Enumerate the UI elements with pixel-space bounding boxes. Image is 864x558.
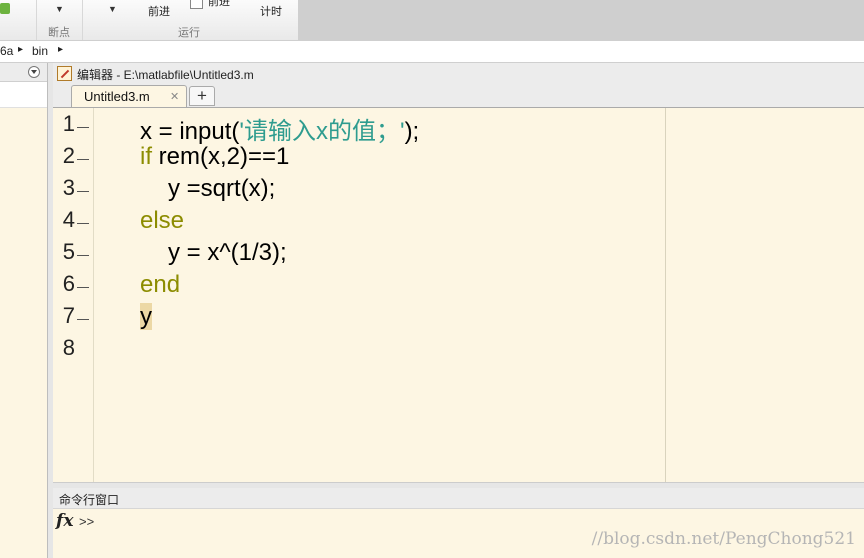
watermark: //blog.csdn.net/PengChong521: [591, 529, 856, 549]
code-line[interactable]: y: [140, 303, 152, 331]
function-browser-icon[interactable]: fx: [56, 511, 73, 531]
line-number: 7: [62, 303, 75, 328]
code-line[interactable]: y = x^(1/3);: [168, 239, 287, 267]
breakpoint-marker[interactable]: [77, 159, 89, 160]
line-number: 1: [62, 111, 75, 136]
breakpoint-marker[interactable]: [77, 127, 89, 128]
toolstrip-group-run: ▼ 前进 前进 计时 运行: [82, 0, 298, 40]
run-and-time-button[interactable]: 计时: [260, 3, 282, 19]
breakpoints-group-label: 断点: [48, 27, 70, 39]
command-prompt: >>: [79, 514, 95, 529]
toolstrip-empty-area: [298, 0, 864, 40]
code-keyword: else: [140, 207, 185, 234]
code-string: '请输入x的值；': [239, 118, 405, 145]
breakpoint-marker[interactable]: [77, 191, 89, 192]
breakpoint-marker[interactable]: [77, 319, 89, 320]
breakpoints-dropdown-icon[interactable]: ▼: [55, 4, 64, 14]
current-folder-header: [0, 63, 47, 82]
code-line[interactable]: end: [140, 271, 180, 299]
insert-icon[interactable]: [0, 3, 10, 14]
current-folder-panel: [0, 63, 48, 558]
editor-titlebar: 编辑器 - E:\matlabfile\Untitled3.m: [53, 63, 864, 84]
code-line[interactable]: if rem(x,2)==1: [140, 143, 289, 171]
tab-label: Untitled3.m: [84, 89, 150, 104]
line-number: 8: [62, 335, 75, 360]
right-margin-line: [665, 108, 666, 482]
pencil-icon: [60, 69, 70, 79]
advance-button[interactable]: 前进: [148, 3, 170, 19]
toolstrip-group-left: [0, 0, 37, 40]
run-group-label: 运行: [178, 27, 200, 39]
code-text: x = input(: [140, 118, 240, 145]
line-number: 4: [62, 207, 75, 232]
command-window-titlebar: 命令行窗口: [53, 488, 864, 509]
line-number: 2: [62, 143, 75, 168]
code-line[interactable]: y =sqrt(x);: [168, 175, 275, 203]
tab-untitled3[interactable]: Untitled3.m ✕: [71, 85, 187, 107]
code-text: y: [140, 303, 152, 330]
address-bar[interactable]: 6a ▸ bin ▸: [0, 41, 864, 63]
code-line[interactable]: x = input('请输入x的值；');: [140, 111, 419, 146]
breadcrumb-bin[interactable]: bin: [32, 44, 48, 58]
command-window-title: 命令行窗口: [59, 493, 120, 507]
panel-menu-icon[interactable]: [28, 66, 40, 78]
code-keyword: if: [140, 143, 152, 170]
breakpoint-marker[interactable]: [77, 287, 89, 288]
code-text: y = x^(1/3);: [168, 239, 287, 266]
add-tab-button[interactable]: +: [189, 86, 215, 106]
breadcrumb-prev[interactable]: 6a: [0, 44, 13, 58]
code-text: );: [404, 118, 420, 145]
line-number: 5: [62, 239, 75, 264]
toolstrip-group-breakpoints: ▼ 断点: [36, 0, 83, 40]
code-text: y =sqrt(x);: [168, 175, 276, 202]
line-number: 3: [62, 175, 75, 200]
run-dropdown-icon[interactable]: ▼: [108, 4, 117, 14]
run-and-advance-button[interactable]: 前进: [208, 0, 230, 9]
breadcrumb-separator-icon[interactable]: ▸: [18, 44, 23, 55]
command-window[interactable]: fx >> //blog.csdn.net/PengChong521: [53, 509, 864, 558]
close-icon[interactable]: ✕: [170, 90, 179, 103]
editor-tabbar: Untitled3.m ✕ +: [53, 83, 864, 108]
run-advance-icon[interactable]: [190, 0, 203, 9]
code-line[interactable]: else: [140, 207, 184, 235]
code-editor[interactable]: 1 x = input('请输入x的值；'); 2 if rem(x,2)==1 3 y …: [53, 108, 864, 482]
code-keyword: end: [140, 271, 181, 298]
breadcrumb-separator-icon[interactable]: ▸: [58, 44, 63, 55]
breakpoint-marker[interactable]: [77, 255, 89, 256]
breakpoint-marker[interactable]: [77, 223, 89, 224]
code-text: rem(x,2)==1: [152, 143, 290, 170]
line-number: 6: [62, 271, 75, 296]
chevron-down-icon: [31, 70, 37, 74]
editor-title: 编辑器 - E:\matlabfile\Untitled3.m: [77, 68, 254, 82]
folder-list-header: [0, 82, 47, 108]
editor-icon: [57, 66, 72, 81]
